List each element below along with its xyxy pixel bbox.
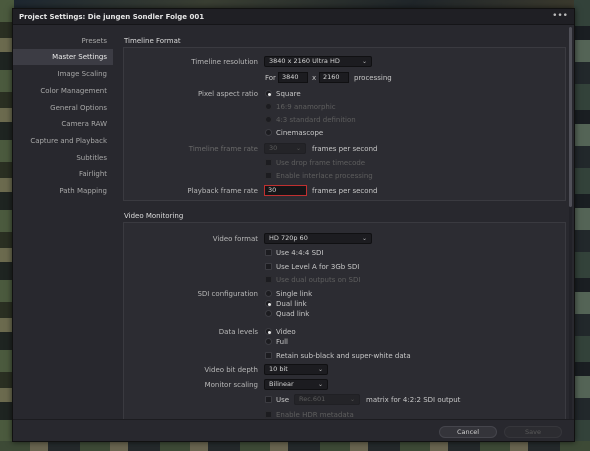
interlace-checkbox[interactable] bbox=[265, 172, 272, 179]
chevron-down-icon: ⌄ bbox=[349, 396, 355, 403]
sidebar-item-capture-playback[interactable]: Capture and Playback bbox=[13, 133, 113, 149]
use-matrix-checkbox[interactable] bbox=[265, 396, 272, 403]
pixel-aspect-cinemascope-radio[interactable] bbox=[265, 129, 272, 136]
sdi-single-link-label: Single link bbox=[276, 290, 313, 298]
for-label: For bbox=[265, 74, 276, 82]
processing-label: processing bbox=[354, 74, 392, 82]
timeline-frame-rate-unit: frames per second bbox=[312, 145, 378, 153]
use-level-a-label: Use Level A for 3Gb SDI bbox=[276, 263, 360, 271]
timeline-resolution-label: Timeline resolution bbox=[191, 58, 258, 66]
playback-frame-rate-input[interactable]: 30 bbox=[264, 185, 307, 196]
pixel-aspect-sd-label: 4:3 standard definition bbox=[276, 116, 356, 124]
sidebar-item-subtitles[interactable]: Subtitles bbox=[13, 150, 113, 166]
chevron-down-icon: ⌄ bbox=[295, 145, 301, 152]
data-levels-video-radio[interactable] bbox=[265, 328, 272, 335]
dual-outputs-label: Use dual outputs on SDI bbox=[276, 276, 361, 284]
retain-sub-black-label: Retain sub-black and super-white data bbox=[276, 352, 411, 360]
pixel-aspect-square-radio[interactable] bbox=[265, 90, 272, 97]
sidebar-item-camera-raw[interactable]: Camera RAW bbox=[13, 116, 113, 132]
scrollbar-thumb[interactable] bbox=[569, 27, 572, 207]
dual-outputs-checkbox[interactable] bbox=[265, 276, 272, 283]
interlace-label: Enable interlace processing bbox=[276, 172, 373, 180]
use-level-a-checkbox[interactable] bbox=[265, 263, 272, 270]
settings-sidebar: Presets Master Settings Image Scaling Co… bbox=[13, 25, 113, 205]
use-444-sdi-label: Use 4:4:4 SDI bbox=[276, 249, 324, 257]
sidebar-item-image-scaling[interactable]: Image Scaling bbox=[13, 66, 113, 82]
chevron-down-icon: ⌄ bbox=[361, 235, 367, 242]
chevron-down-icon: ⌄ bbox=[361, 58, 367, 65]
sdi-quad-link-label: Quad link bbox=[276, 310, 310, 318]
data-levels-video-label: Video bbox=[276, 328, 296, 336]
drop-frame-checkbox[interactable] bbox=[265, 159, 272, 166]
timeline-frame-rate-dropdown[interactable]: 30 ⌄ bbox=[264, 143, 306, 154]
timeline-format-box: Timeline resolution 3840 x 2160 Ultra HD… bbox=[123, 47, 566, 201]
dialog-footer: Cancel Save bbox=[13, 419, 574, 443]
settings-scrollbar[interactable] bbox=[569, 27, 572, 419]
settings-panel: Timeline Format Timeline resolution 3840… bbox=[119, 25, 570, 419]
data-levels-label: Data levels bbox=[218, 328, 258, 336]
matrix-value: Rec.601 bbox=[299, 395, 326, 403]
data-levels-full-label: Full bbox=[276, 338, 288, 346]
sdi-dual-link-label: Dual link bbox=[276, 300, 307, 308]
pixel-aspect-sd-radio[interactable] bbox=[265, 116, 272, 123]
pixel-aspect-anamorphic-radio[interactable] bbox=[265, 103, 272, 110]
save-button[interactable]: Save bbox=[504, 426, 562, 438]
pixel-aspect-label: Pixel aspect ratio bbox=[197, 90, 258, 98]
sdi-single-link-radio[interactable] bbox=[265, 290, 272, 297]
sidebar-item-master-settings[interactable]: Master Settings bbox=[13, 49, 113, 65]
video-monitoring-box: Video format HD 720p 60 ⌄ Use 4:4:4 SDI … bbox=[123, 222, 566, 419]
matrix-description: matrix for 4:2:2 SDI output bbox=[366, 396, 461, 404]
video-monitoring-heading: Video Monitoring bbox=[124, 212, 184, 220]
playback-frame-rate-unit: frames per second bbox=[312, 187, 378, 195]
data-levels-full-radio[interactable] bbox=[265, 338, 272, 345]
sidebar-item-color-management[interactable]: Color Management bbox=[13, 83, 113, 99]
timeline-format-heading: Timeline Format bbox=[124, 37, 181, 45]
sidebar-item-fairlight[interactable]: Fairlight bbox=[13, 166, 113, 182]
monitor-scaling-dropdown[interactable]: Bilinear ⌄ bbox=[264, 379, 328, 390]
background-timeline-right bbox=[574, 0, 590, 451]
sdi-quad-link-radio[interactable] bbox=[265, 310, 272, 317]
resolution-height-input[interactable]: 2160 bbox=[319, 72, 349, 83]
timeline-resolution-value: 3840 x 2160 Ultra HD bbox=[269, 57, 340, 65]
monitor-scaling-label: Monitor scaling bbox=[204, 381, 258, 389]
pixel-aspect-cinemascope-label: Cinemascope bbox=[276, 129, 324, 137]
monitor-scaling-value: Bilinear bbox=[269, 380, 294, 388]
timeline-resolution-dropdown[interactable]: 3840 x 2160 Ultra HD ⌄ bbox=[264, 56, 372, 67]
pixel-aspect-square-label: Square bbox=[276, 90, 301, 98]
hdr-metadata-checkbox[interactable] bbox=[265, 411, 272, 418]
dialog-title: Project Settings: Die jungen Sondler Fol… bbox=[19, 13, 205, 21]
sidebar-item-presets[interactable]: Presets bbox=[13, 33, 113, 49]
chevron-down-icon: ⌄ bbox=[317, 381, 323, 388]
bit-depth-dropdown[interactable]: 10 bit ⌄ bbox=[264, 364, 328, 375]
chevron-down-icon: ⌄ bbox=[317, 366, 323, 373]
retain-sub-black-checkbox[interactable] bbox=[265, 352, 272, 359]
sidebar-item-path-mapping[interactable]: Path Mapping bbox=[13, 183, 113, 199]
dialog-titlebar: Project Settings: Die jungen Sondler Fol… bbox=[13, 9, 574, 25]
bit-depth-value: 10 bit bbox=[269, 365, 288, 373]
cancel-button[interactable]: Cancel bbox=[439, 426, 497, 438]
more-options-icon[interactable]: ••• bbox=[552, 11, 568, 21]
sidebar-item-general-options[interactable]: General Options bbox=[13, 100, 113, 116]
resolution-width-input[interactable]: 3840 bbox=[278, 72, 308, 83]
playback-frame-rate-label: Playback frame rate bbox=[187, 187, 258, 195]
project-settings-dialog: Project Settings: Die jungen Sondler Fol… bbox=[12, 8, 575, 442]
video-format-value: HD 720p 60 bbox=[269, 234, 308, 242]
use-matrix-label: Use bbox=[276, 396, 290, 404]
sdi-config-label: SDI configuration bbox=[197, 290, 258, 298]
timeline-frame-rate-label: Timeline frame rate bbox=[188, 145, 258, 153]
bit-depth-label: Video bit depth bbox=[204, 366, 258, 374]
video-format-label: Video format bbox=[212, 235, 258, 243]
timeline-frame-rate-value: 30 bbox=[269, 144, 278, 152]
use-444-sdi-checkbox[interactable] bbox=[265, 249, 272, 256]
drop-frame-label: Use drop frame timecode bbox=[276, 159, 366, 167]
sdi-dual-link-radio[interactable] bbox=[265, 300, 272, 307]
pixel-aspect-anamorphic-label: 16:9 anamorphic bbox=[276, 103, 336, 111]
hdr-metadata-label: Enable HDR metadata bbox=[276, 411, 354, 419]
video-format-dropdown[interactable]: HD 720p 60 ⌄ bbox=[264, 233, 372, 244]
matrix-dropdown[interactable]: Rec.601 ⌄ bbox=[294, 394, 360, 405]
x-label: x bbox=[312, 74, 317, 82]
